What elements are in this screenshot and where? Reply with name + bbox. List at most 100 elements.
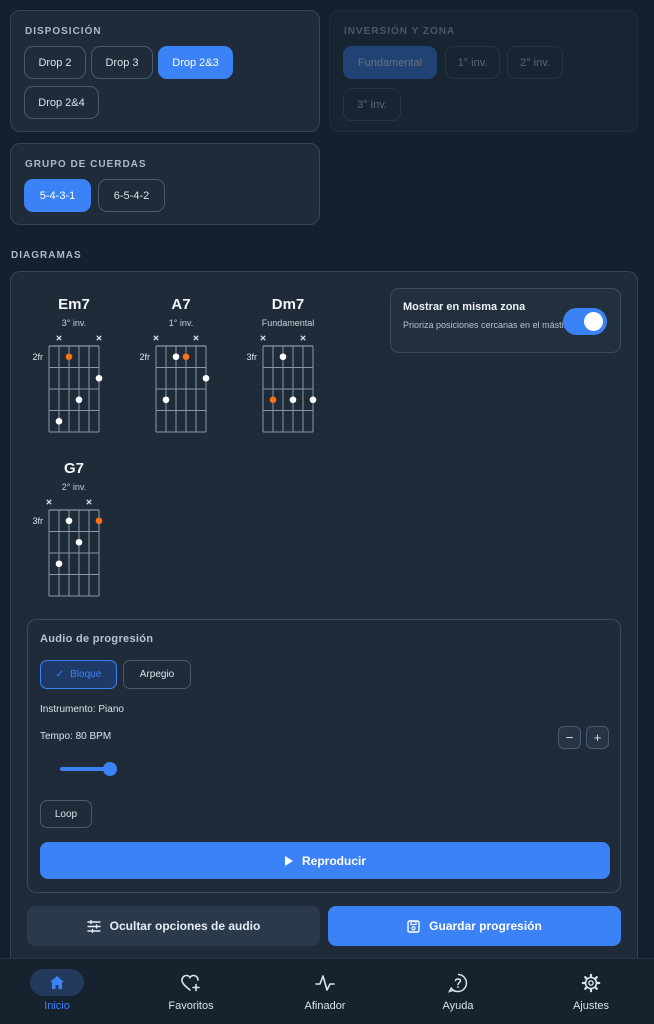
chord-name: Dm7 (271, 296, 305, 313)
chord-inversion: 1° inv. (168, 318, 194, 328)
grupo-title: GRUPO DE CUERDAS (25, 159, 147, 170)
help-icon (448, 973, 468, 993)
fretboard: 3fr (246, 335, 317, 433)
note-dot (289, 396, 297, 404)
hide-audio-label: Ocultar opciones de audio (109, 919, 261, 933)
note-dot (65, 517, 73, 525)
note-dot (95, 374, 103, 382)
chip-drop-3[interactable]: Drop 3 (91, 46, 153, 79)
chip-5-4-3-1[interactable]: 5-4-3-1 (24, 179, 91, 212)
chord-diagram[interactable]: G7 2° inv. 3fr (26, 460, 122, 610)
chord-name: G7 (63, 460, 84, 477)
chord-diagram[interactable]: A7 1° inv. 2fr (133, 296, 229, 446)
muted-string-mark (193, 335, 199, 341)
loop-button[interactable]: Loop (40, 800, 92, 828)
chord-inversion: Fundamental (261, 318, 315, 328)
nav-item-favoritos[interactable]: Favoritos (126, 959, 256, 1024)
fretboard: 3fr (32, 499, 103, 597)
mode-bloque-label: Bloque (70, 669, 102, 680)
play-button[interactable]: Reproducir (40, 842, 610, 879)
chip-1-inv[interactable]: 1° inv. (445, 46, 500, 79)
tempo-plus-button[interactable]: + (586, 726, 609, 749)
chord-diagram[interactable]: Em7 3° inv. 2fr (26, 296, 122, 446)
muted-string-mark (96, 335, 102, 341)
inversion-card: INVERSIÓN Y ZONA Fundamental 1° inv. 2° … (329, 10, 638, 132)
root-note-dot (65, 353, 73, 361)
save-icon (407, 919, 420, 933)
audio-card: Audio de progresión ✓ Bloque Arpegio Ins… (27, 619, 621, 893)
mode-arpegio-button[interactable]: Arpegio (123, 660, 191, 689)
check-icon: ✓ (55, 669, 65, 680)
chip-2-inv[interactable]: 2° inv. (507, 46, 563, 79)
nav-icon-container (30, 969, 84, 996)
sliders-icon (86, 919, 101, 933)
chord-diagram[interactable]: Dm7 Fundamental 3fr (240, 296, 336, 446)
nav-label: Inicio (44, 1000, 70, 1012)
fret-label: 3fr (32, 516, 43, 526)
note-dot (279, 353, 287, 361)
toggle-knob (584, 312, 603, 331)
chord-name: Em7 (58, 296, 90, 313)
diagramas-label: DIAGRAMAS (11, 250, 82, 261)
chord-name: A7 (171, 296, 191, 313)
misma-zona-toggle[interactable] (563, 308, 607, 335)
muted-string-mark (86, 499, 92, 505)
root-note-dot (182, 353, 190, 361)
nav-label: Favoritos (168, 1000, 214, 1012)
nav-label: Ajustes (572, 1000, 610, 1012)
home-icon (50, 976, 64, 989)
chip-fundamental[interactable]: Fundamental (343, 46, 437, 79)
nav-icon-container (298, 969, 352, 996)
play-icon (284, 855, 293, 866)
save-progression-button[interactable]: Guardar progresión (328, 906, 621, 946)
chip-drop-2[interactable]: Drop 2 (24, 46, 86, 79)
chip-drop-2-3[interactable]: Drop 2&3 (158, 46, 233, 79)
fret-label: 3fr (246, 352, 257, 362)
note-dot (202, 374, 210, 382)
misma-zona-card: Mostrar en misma zona Prioriza posicione… (390, 288, 621, 353)
nav-item-ajustes[interactable]: Ajustes (526, 959, 654, 1024)
fret-label: 2fr (32, 352, 43, 362)
note-dot (309, 396, 317, 404)
save-label: Guardar progresión (429, 919, 542, 933)
misma-zona-description: Prioriza posiciones cercanas en el másti… (403, 320, 566, 330)
nav-label: Ayuda (442, 1000, 474, 1012)
play-label: Reproducir (301, 853, 366, 868)
nav-item-afinador[interactable]: Afinador (260, 959, 390, 1024)
root-note-dot (95, 517, 103, 525)
heart-plus-icon (181, 974, 200, 991)
inversion-title: INVERSIÓN Y ZONA (344, 26, 456, 37)
muted-string-mark (153, 335, 159, 341)
nav-icon-container (164, 969, 218, 996)
nav-icon-container (564, 969, 618, 996)
nav-label: Afinador (304, 1000, 346, 1012)
grupo-card: GRUPO DE CUERDAS 5-4-3-1 6-5-4-2 (10, 143, 320, 225)
note-dot (172, 353, 180, 361)
muted-string-mark (300, 335, 306, 341)
fretboard: 2fr (139, 335, 210, 433)
nav-item-ayuda[interactable]: Ayuda (393, 959, 523, 1024)
chord-inversion: 2° inv. (61, 482, 87, 492)
pulse-icon (315, 974, 335, 991)
fretboard: 2fr (32, 335, 103, 433)
tempo-label: Tempo: 80 BPM (40, 731, 112, 742)
tempo-minus-button[interactable]: − (558, 726, 581, 749)
disposicion-title: DISPOSICIÓN (25, 26, 102, 37)
chord-inversion: 3° inv. (61, 318, 87, 328)
audio-title: Audio de progresión (40, 633, 154, 645)
tempo-slider-thumb[interactable] (103, 762, 117, 776)
chip-drop-2-4[interactable]: Drop 2&4 (24, 86, 99, 119)
misma-zona-title: Mostrar en misma zona (403, 301, 526, 313)
note-dot (55, 560, 63, 568)
nav-item-inicio[interactable]: Inicio (0, 959, 122, 1024)
nav-icon-container (431, 969, 485, 996)
hide-audio-options-button[interactable]: Ocultar opciones de audio (27, 906, 320, 946)
chip-3-inv[interactable]: 3° inv. (343, 88, 401, 121)
note-dot (75, 538, 83, 546)
chip-6-5-4-2[interactable]: 6-5-4-2 (98, 179, 165, 212)
note-dot (162, 396, 170, 404)
gear-icon (581, 973, 601, 992)
bottom-nav: Inicio Favoritos Afinador Ayuda Ajustes (0, 958, 654, 1024)
mode-bloque-button[interactable]: ✓ Bloque (40, 660, 117, 689)
muted-string-mark (56, 335, 62, 341)
